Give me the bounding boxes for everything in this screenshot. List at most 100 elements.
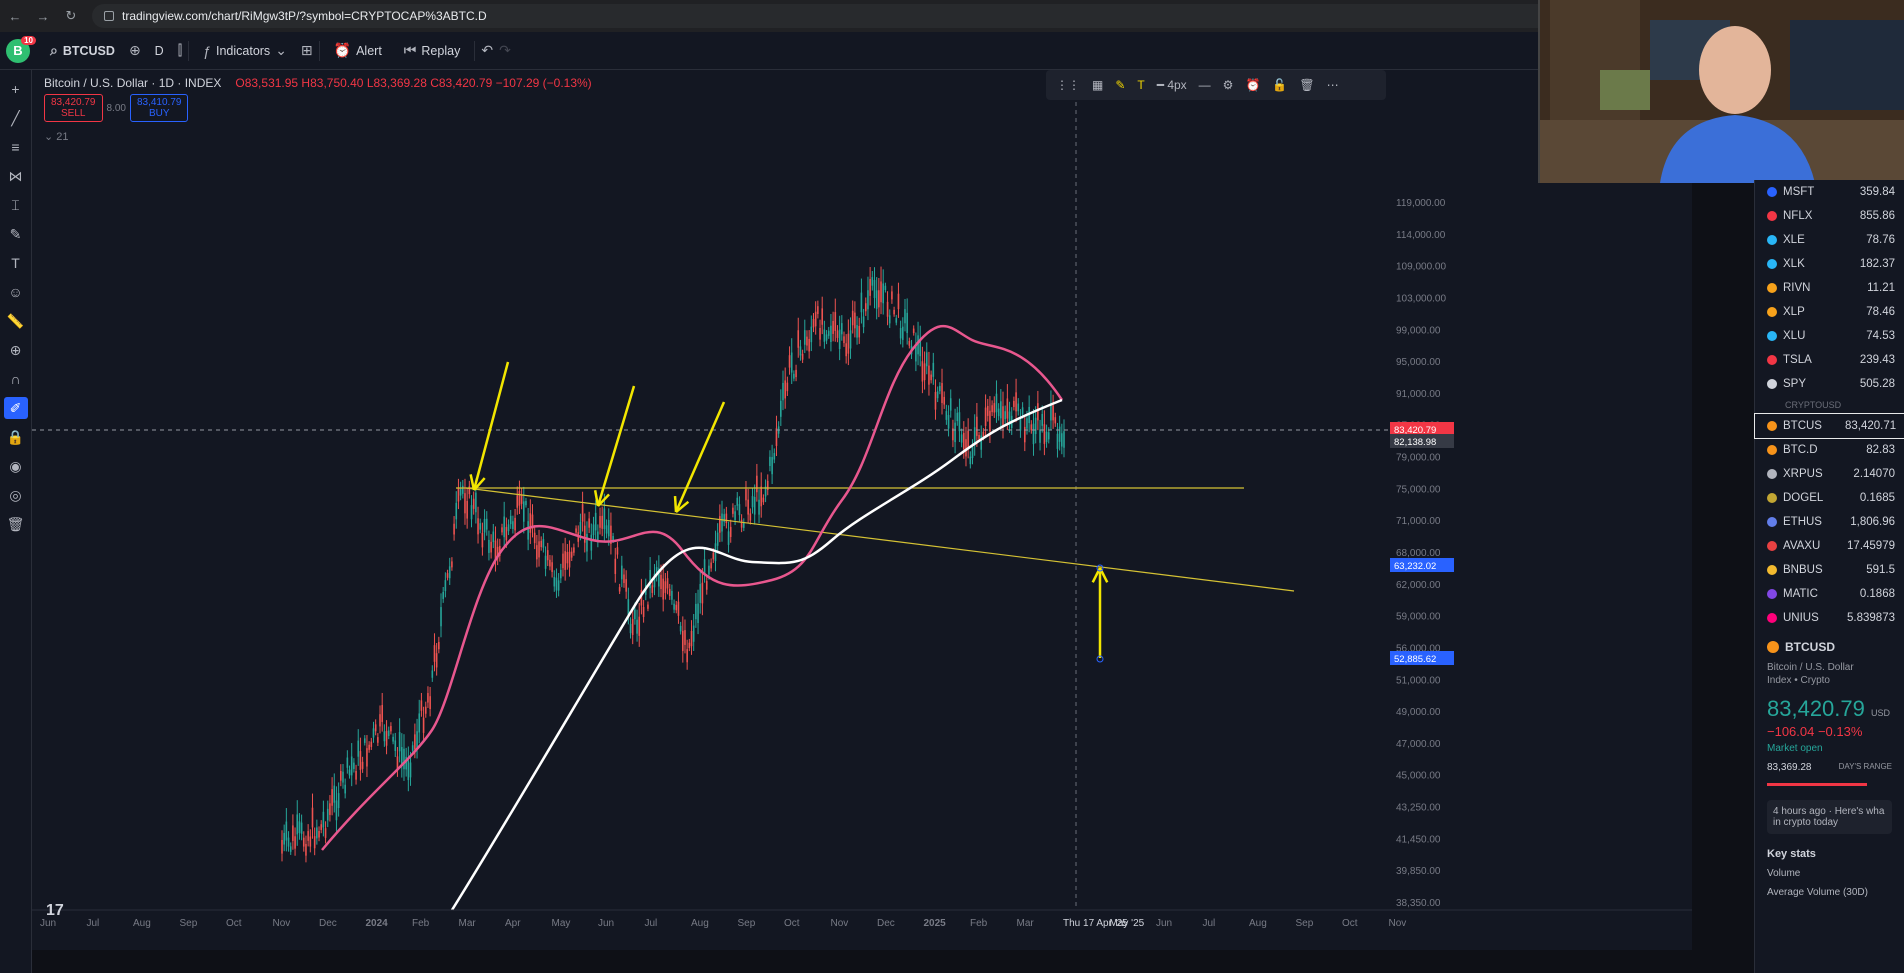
- compare-add-icon[interactable]: ⊕: [129, 42, 141, 59]
- divider: [318, 40, 320, 61]
- candle-body: [834, 312, 837, 331]
- candle-body: [705, 581, 708, 590]
- settings-icon[interactable]: ⚙: [1223, 78, 1234, 92]
- watchlist-row[interactable]: DOGEL 0.1685: [1755, 486, 1904, 510]
- candle-body: [847, 333, 850, 354]
- sell-price: 83,420.79: [51, 97, 96, 108]
- candle-body: [331, 789, 333, 806]
- watchlist-row[interactable]: XRPUS 2.14070: [1755, 462, 1904, 486]
- legend-title[interactable]: Bitcoin / U.S. Dollar · 1D · INDEX: [44, 76, 221, 90]
- watchlist-row[interactable]: TSLA 239.43: [1755, 348, 1904, 372]
- price-tick-label: 43,250.00: [1396, 803, 1441, 814]
- trash-icon[interactable]: 🗑: [1299, 78, 1314, 92]
- price-tick-label: 79,000.00: [1396, 453, 1441, 464]
- chart-pane[interactable]: 119,000.00 114,000.00 109,000.00 103,000.00…: [32, 70, 1692, 950]
- watchlist-row[interactable]: RIVN 11.21: [1755, 276, 1904, 300]
- watchlist-row[interactable]: XLP 78.46: [1755, 300, 1904, 324]
- magnet-icon[interactable]: ∩: [4, 368, 28, 390]
- user-avatar[interactable]: B 10: [6, 35, 36, 63]
- site-info-icon[interactable]: [104, 11, 114, 21]
- line-width-icon[interactable]: ━ 4px: [1157, 78, 1187, 92]
- candle-body: [311, 807, 314, 828]
- back-icon[interactable]: ←: [8, 9, 22, 24]
- candle-body: [949, 398, 952, 411]
- price-tick-label: 95,000.00: [1396, 357, 1441, 368]
- candle-body: [906, 312, 908, 334]
- alert-button[interactable]: ⏰ Alert: [326, 38, 390, 63]
- projection-icon[interactable]: ⌶: [4, 194, 28, 216]
- undo-icon[interactable]: ↶: [481, 42, 493, 59]
- lock-icon[interactable]: 🔒: [4, 426, 28, 448]
- sell-button[interactable]: 83,420.79 SELL: [44, 94, 103, 122]
- watchlist-row[interactable]: AVAXU 17.45979: [1755, 534, 1904, 558]
- bitcoin-icon: [1767, 641, 1779, 653]
- watchlist-row[interactable]: SPY 505.28: [1755, 372, 1904, 396]
- text-color-icon[interactable]: T: [1137, 78, 1144, 92]
- watchlist-row[interactable]: XLU 74.53: [1755, 324, 1904, 348]
- candle-body: [568, 551, 571, 568]
- pattern-icon[interactable]: ⋈: [4, 165, 28, 187]
- candle-body: [904, 309, 906, 324]
- news-item[interactable]: 4 hours ago · Here's wha in crypto today: [1767, 800, 1892, 834]
- watchlist-section[interactable]: CRYPTOUSD: [1755, 396, 1904, 414]
- watchlist-row[interactable]: UNIUS 5.839873: [1755, 606, 1904, 630]
- candle-body: [340, 771, 342, 781]
- watchlist-row[interactable]: MSFT 359.84: [1755, 180, 1904, 204]
- line-style-icon[interactable]: —: [1199, 78, 1211, 92]
- candle-body: [684, 630, 686, 645]
- trend-line-icon[interactable]: ╱: [4, 107, 28, 129]
- line-color-icon[interactable]: ✎: [1115, 78, 1125, 92]
- redo-icon[interactable]: ↷: [499, 42, 511, 59]
- watchlist-symbol: XLE: [1783, 234, 1805, 246]
- emoji-icon[interactable]: ☺: [4, 281, 28, 303]
- trash-icon[interactable]: 🗑: [4, 513, 28, 535]
- candle-body: [712, 552, 715, 560]
- more-icon[interactable]: ⋯: [1327, 78, 1339, 92]
- candle-body: [403, 748, 405, 770]
- forward-icon[interactable]: →: [36, 9, 50, 24]
- layout-grid-icon[interactable]: ⊞: [301, 42, 313, 59]
- candle-body: [588, 518, 590, 528]
- reload-icon[interactable]: ↻: [64, 8, 78, 24]
- brush-icon[interactable]: ✎: [4, 223, 28, 245]
- indicators-button[interactable]: ƒ Indicators ⌄: [195, 38, 295, 63]
- ruler-icon[interactable]: 📏: [4, 310, 28, 332]
- watchlist-row[interactable]: NFLX 855.86: [1755, 204, 1904, 228]
- zoom-icon[interactable]: ⊕: [4, 339, 28, 361]
- layers-icon[interactable]: ◎: [4, 484, 28, 506]
- price-tick-label: 99,000.00: [1396, 325, 1441, 336]
- price-chart[interactable]: 119,000.00 114,000.00 109,000.00 103,000.00…: [32, 70, 1692, 950]
- replay-button[interactable]: ⏮ Replay: [396, 38, 469, 63]
- eye-icon[interactable]: ◉: [4, 455, 28, 477]
- candle-body: [429, 696, 431, 710]
- alert-icon[interactable]: ⏰: [1245, 78, 1260, 92]
- interval-button[interactable]: D: [147, 40, 172, 62]
- candle-body: [542, 539, 545, 548]
- watchlist-row[interactable]: XLK 182.37: [1755, 252, 1904, 276]
- detail-symbol[interactable]: BTCUSD: [1767, 640, 1892, 654]
- crosshair-icon[interactable]: +: [4, 78, 28, 100]
- candle-style-icon[interactable]: ⫿: [178, 42, 182, 59]
- drag-handle-icon[interactable]: ⋮⋮: [1056, 78, 1080, 92]
- candle-body: [459, 487, 462, 496]
- buy-button[interactable]: 83,410.79 BUY: [129, 94, 189, 122]
- candle-body: [945, 411, 948, 420]
- text-icon[interactable]: T: [4, 252, 28, 274]
- watchlist-row[interactable]: XLE 78.76: [1755, 228, 1904, 252]
- symbol-search-button[interactable]: ⌕ BTCUSD: [36, 38, 123, 63]
- lock-icon[interactable]: 🔓: [1272, 78, 1287, 92]
- indicators-collapse[interactable]: ⌄ 21: [44, 130, 69, 143]
- price-tick-label: 49,000.00: [1396, 707, 1441, 718]
- address-bar[interactable]: tradingview.com/chart/RiMgw3tP/?symbol=C…: [92, 4, 1592, 28]
- watchlist-row[interactable]: BNBUS 591.5: [1755, 558, 1904, 582]
- candle-body: [1023, 426, 1026, 443]
- watchlist-row[interactable]: MATIC 0.1868: [1755, 582, 1904, 606]
- watchlist-row[interactable]: BTCUS 83,420.71: [1754, 413, 1904, 439]
- templates-icon[interactable]: ▦: [1092, 78, 1103, 92]
- candle-body: [788, 355, 791, 368]
- watchlist-row[interactable]: BTC.D 82.83: [1755, 438, 1904, 462]
- watchlist-row[interactable]: ETHUS 1,806.96: [1755, 510, 1904, 534]
- fib-icon[interactable]: ≡: [4, 136, 28, 158]
- candle-body: [841, 323, 843, 335]
- stay-drawing-icon[interactable]: ✐: [3, 397, 28, 419]
